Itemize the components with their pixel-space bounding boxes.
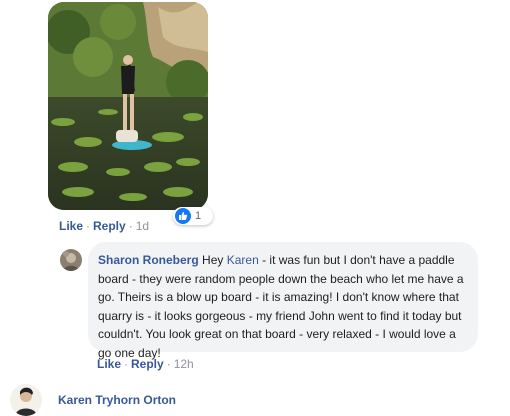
comment-text-start: Hey [202,253,227,267]
comment-author[interactable]: Sharon Roneberg [98,253,199,267]
next-comment-author[interactable]: Karen Tryhorn Orton [58,393,176,407]
separator: · [124,357,129,371]
avatar[interactable] [60,249,82,271]
reaction-count: 1 [195,210,202,222]
reply-link[interactable]: Reply [131,357,164,371]
thumbs-up-icon [175,208,191,224]
separator: · [86,219,91,233]
avatar[interactable] [10,384,42,416]
photo-actions: Like · Reply · 1d [59,219,149,233]
comment-text-rest: - it was fun but I don't have a paddle b… [98,253,464,360]
mention-link[interactable]: Karen [227,253,259,267]
timestamp[interactable]: 1d [136,219,149,233]
comment-actions: Like · Reply · 12h [97,357,194,371]
photo-attachment[interactable] [48,2,208,210]
separator: · [128,219,133,233]
reactions-summary[interactable]: 1 [173,207,213,225]
separator: · [166,357,171,371]
comment-bubble: Sharon Roneberg Hey Karen - it was fun b… [88,242,478,360]
paddleboard-photo [48,2,208,210]
timestamp[interactable]: 12h [174,357,194,371]
like-link[interactable]: Like [97,357,121,371]
reply-link[interactable]: Reply [93,219,126,233]
like-link[interactable]: Like [59,219,83,233]
